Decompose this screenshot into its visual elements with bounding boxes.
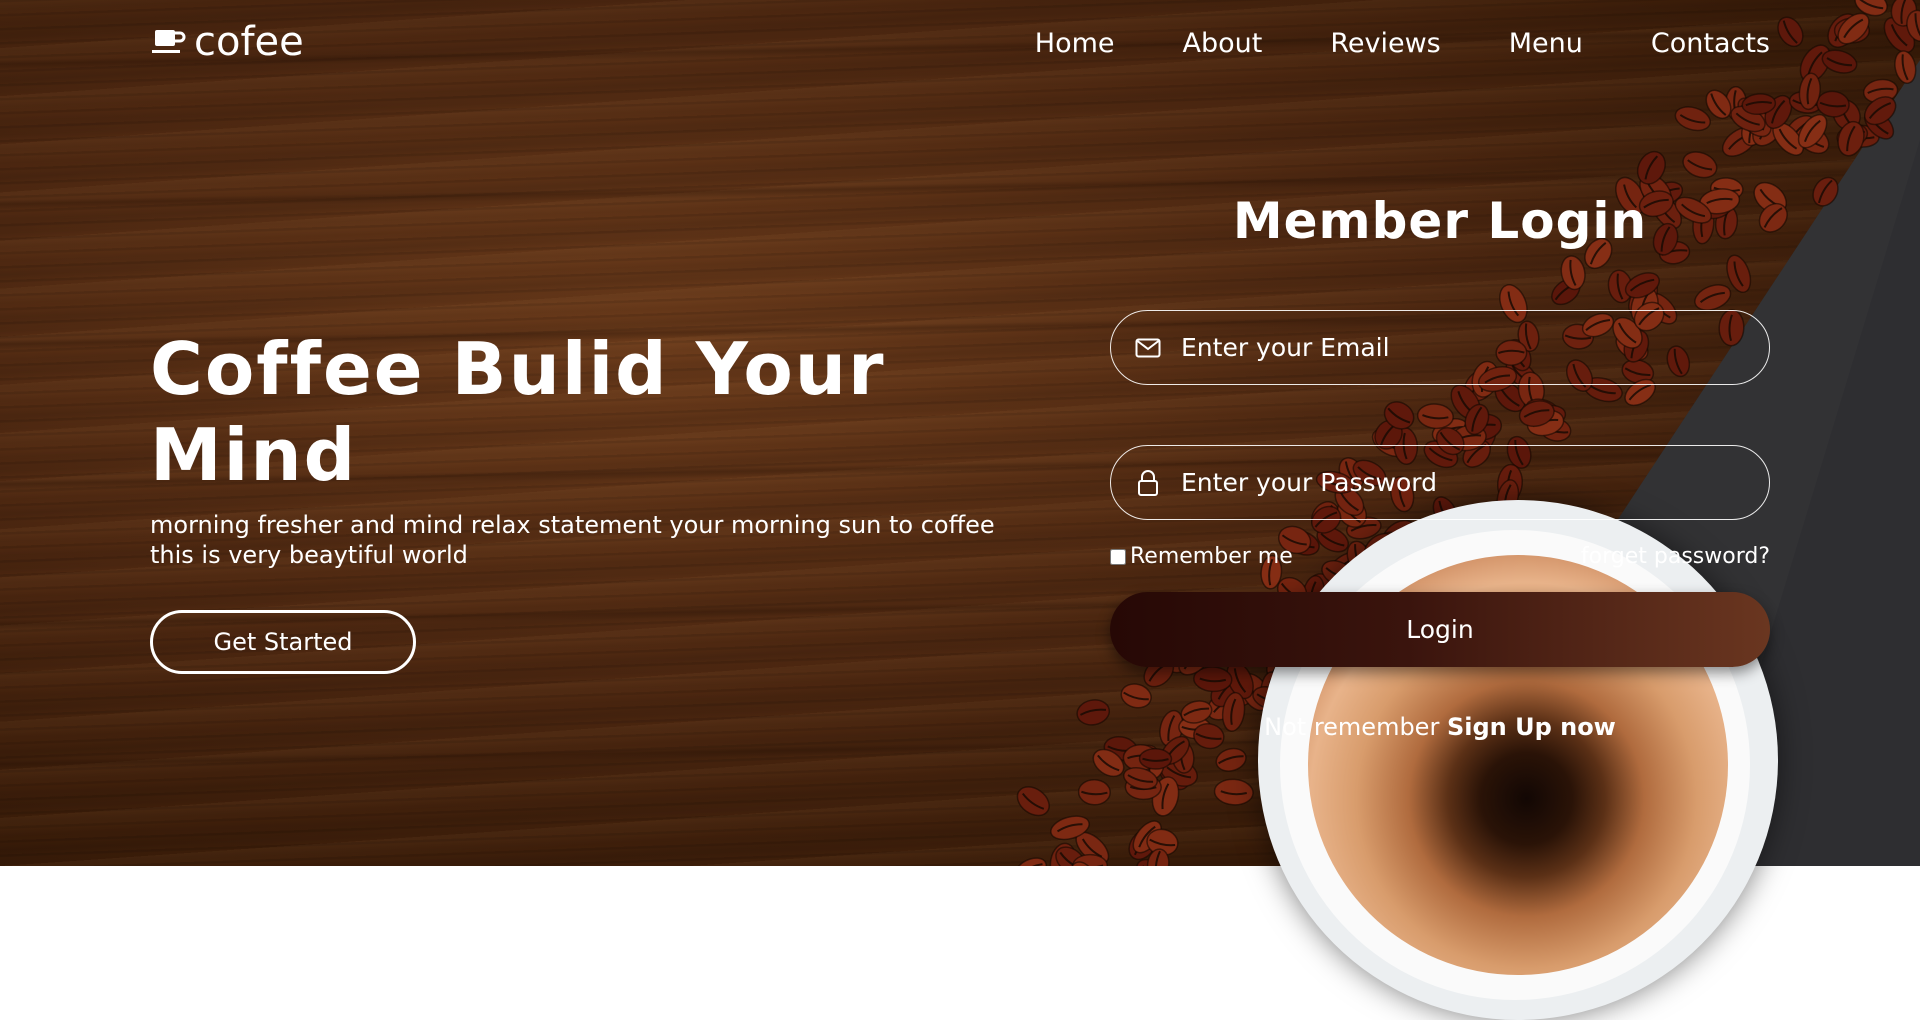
password-input[interactable] (1179, 467, 1769, 498)
main-nav: Home About Reviews Menu Contacts (1035, 28, 1770, 59)
lock-icon (1135, 469, 1161, 496)
nav-reviews[interactable]: Reviews (1330, 28, 1440, 59)
nav-menu[interactable]: Menu (1509, 28, 1583, 59)
forgot-password-link[interactable]: forget password? (1581, 544, 1770, 569)
signup-link[interactable]: Sign Up now (1447, 713, 1616, 741)
envelope-icon (1135, 335, 1161, 361)
nav-about[interactable]: About (1183, 28, 1263, 59)
login-title: Member Login (1232, 192, 1648, 250)
signup-prompt: Not remember Sign Up now (1110, 713, 1770, 741)
hero-title: Coffee Bulid Your Mind (150, 327, 886, 497)
logo[interactable]: cofee (150, 22, 304, 62)
email-input[interactable] (1179, 332, 1769, 363)
login-button[interactable]: Login (1110, 592, 1770, 667)
remember-checkbox[interactable] (1110, 548, 1126, 565)
signup-prefix: Not remember (1264, 713, 1440, 741)
password-field[interactable] (1110, 445, 1770, 520)
logo-text: cofee (194, 19, 304, 65)
remember-me[interactable]: Remember me (1110, 544, 1293, 569)
email-field[interactable] (1110, 310, 1770, 385)
remember-label: Remember me (1130, 544, 1293, 569)
hero-subtitle: morning fresher and mind relax statement… (150, 511, 995, 569)
coffee-cup-icon (150, 28, 190, 62)
nav-contacts[interactable]: Contacts (1651, 28, 1770, 59)
get-started-button[interactable]: Get Started (150, 610, 416, 674)
nav-home[interactable]: Home (1035, 28, 1115, 59)
